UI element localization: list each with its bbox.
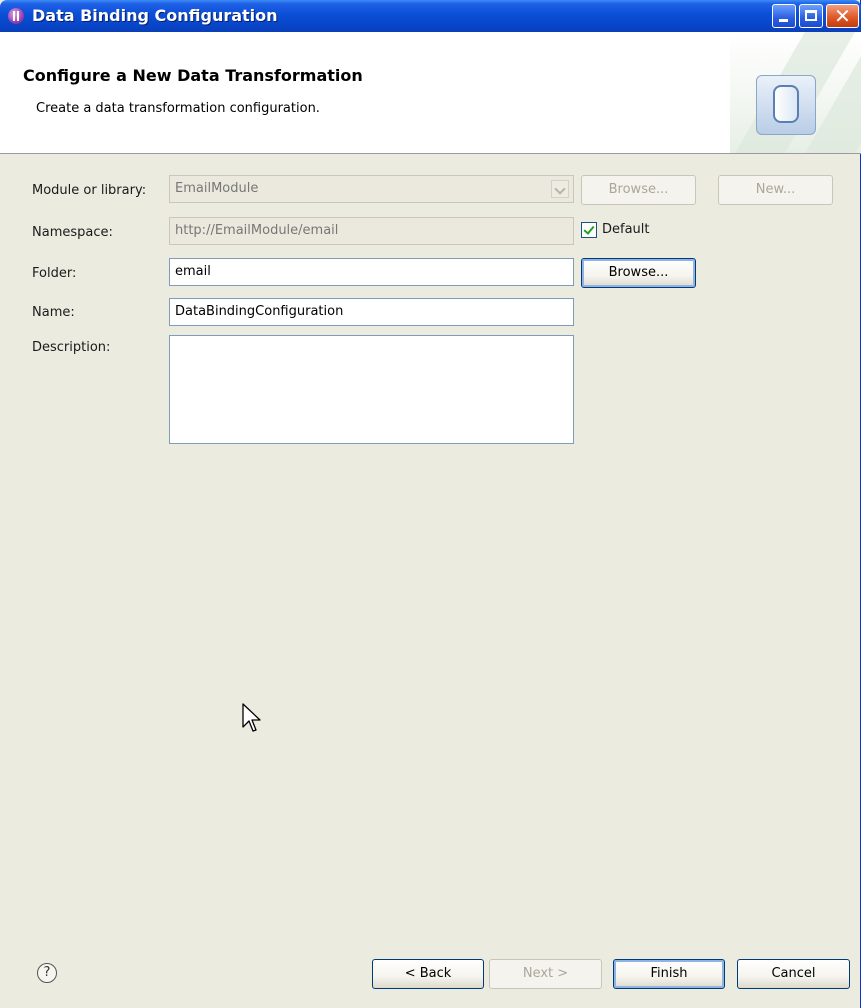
chevron-down-icon (551, 180, 569, 198)
close-button[interactable]: ✕ (826, 4, 859, 28)
module-select: EmailModule (169, 175, 574, 203)
dialog-window: Data Binding Configuration ✕ Configure a… (0, 0, 861, 1008)
folder-field[interactable]: email (169, 258, 574, 286)
namespace-field: http://EmailModule/email (169, 217, 574, 245)
mouse-cursor-icon (242, 703, 261, 732)
folder-label: Folder: (32, 266, 77, 281)
description-textarea[interactable] (169, 335, 574, 444)
app-icon (8, 8, 24, 24)
database-icon (756, 75, 816, 135)
namespace-value: http://EmailModule/email (175, 223, 339, 238)
folder-browse-button[interactable]: Browse... (581, 258, 696, 288)
description-label: Description: (32, 340, 111, 355)
namespace-label: Namespace: (32, 225, 113, 240)
name-field[interactable]: DataBindingConfiguration (169, 298, 574, 326)
close-icon: ✕ (834, 4, 851, 28)
name-value: DataBindingConfiguration (175, 304, 344, 319)
minimize-button[interactable] (772, 4, 796, 28)
module-browse-button: Browse... (581, 175, 696, 205)
page-description: Create a data transformation configurati… (36, 101, 320, 116)
folder-value: email (175, 264, 211, 279)
next-button: Next > (489, 959, 602, 989)
help-icon[interactable]: ? (37, 963, 57, 983)
title-bar[interactable]: Data Binding Configuration ✕ (0, 0, 861, 32)
name-label: Name: (32, 305, 75, 320)
module-value: EmailModule (175, 181, 259, 196)
wizard-header: Configure a New Data Transformation Crea… (0, 32, 861, 154)
back-button[interactable]: < Back (372, 959, 484, 989)
page-title: Configure a New Data Transformation (23, 66, 363, 85)
module-new-button: New... (718, 175, 833, 205)
maximize-button[interactable] (799, 4, 823, 28)
module-label: Module or library: (32, 183, 147, 198)
default-label[interactable]: Default (602, 222, 650, 237)
window-title: Data Binding Configuration (32, 6, 278, 25)
finish-button[interactable]: Finish (613, 959, 725, 989)
default-checkbox[interactable] (581, 222, 597, 238)
cancel-button[interactable]: Cancel (737, 959, 850, 989)
